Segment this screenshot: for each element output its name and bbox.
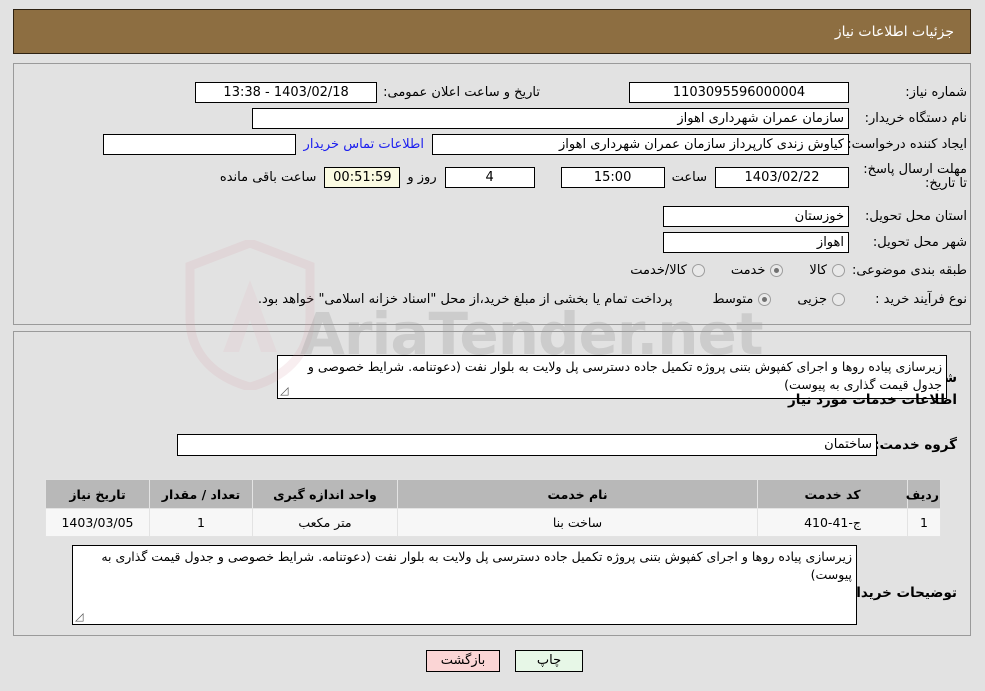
page-title-bar: جزئیات اطلاعات نیاز <box>13 9 971 54</box>
purchase-type-option-minor-label: جزیی <box>797 291 827 307</box>
category-option-service-label: خدمت <box>730 262 766 278</box>
days-word-label: روز و <box>407 169 437 185</box>
col-header-name: نام خدمت <box>397 479 758 509</box>
radio-medium-icon[interactable] <box>758 292 772 306</box>
cell-unit: متر مکعب <box>252 508 398 537</box>
need-number-value: 1103095596000004 <box>629 81 849 103</box>
category-label: طبقه بندی موضوعی: <box>851 262 967 278</box>
buyer-notes-value: زیرسازی پیاده روها و اجرای کفپوش بتنی پر… <box>101 549 852 582</box>
print-button[interactable]: چاپ <box>515 650 583 672</box>
buyer-notes-textarea[interactable]: زیرسازی پیاده روها و اجرای کفپوش بتنی پر… <box>72 545 857 625</box>
service-group-label: گروه خدمت: <box>874 437 957 453</box>
need-number-label: شماره نیاز: <box>905 84 967 100</box>
col-header-unit: واحد اندازه گیری <box>252 479 398 509</box>
service-group-value: ساختمان <box>177 434 877 456</box>
cell-index: 1 <box>907 508 941 537</box>
cell-code: ج-41-410 <box>757 508 908 537</box>
contact-empty-box <box>102 133 296 155</box>
col-header-date: تاریخ نیاز <box>45 479 150 509</box>
buyer-org-label: نام دستگاه خریدار: <box>864 110 967 126</box>
purchase-type-option-medium-label: متوسط <box>712 291 754 307</box>
category-option-goods-service[interactable]: کالا/خدمت <box>630 263 705 278</box>
category-option-service[interactable]: خدمت <box>731 263 784 278</box>
category-option-goods[interactable]: کالا <box>809 263 845 278</box>
province-row: استان محل تحویل: خوزستان <box>663 205 967 227</box>
buyer-notes-label: توضیحات خریدار: <box>843 585 957 601</box>
purchase-type-option-medium[interactable]: متوسط <box>712 291 772 307</box>
buyer-org-row: نام دستگاه خریدار: سازمان عمران شهرداری … <box>252 107 967 129</box>
cell-date: 1403/03/05 <box>45 508 150 537</box>
creator-label: ایجاد کننده درخواست: <box>847 136 967 152</box>
table-header-row: ردیف کد خدمت نام خدمت واحد اندازه گیری ت… <box>45 479 941 509</box>
col-header-qty: تعداد / مقدار <box>149 479 253 509</box>
province-value: خوزستان <box>663 205 849 227</box>
services-section-heading: اطلاعات خدمات مورد نیاز <box>787 392 957 408</box>
treasury-note: پرداخت تمام یا بخشی از مبلغ خرید،از محل … <box>257 291 673 307</box>
col-header-code: کد خدمت <box>757 479 908 509</box>
days-remaining-value: 4 <box>444 166 535 188</box>
buyer-org-value: سازمان عمران شهرداری اهواز <box>252 107 849 129</box>
general-desc-value: زیرسازی پیاده روها و اجرای کفپوش بتنی پر… <box>307 359 942 392</box>
hour-label: ساعت <box>671 169 707 185</box>
services-table: ردیف کد خدمت نام خدمت واحد اندازه گیری ت… <box>45 479 941 537</box>
resize-handle-icon[interactable]: ◺ <box>280 384 292 397</box>
deadline-date-value: 1403/02/22 <box>715 166 849 188</box>
deadline-row: مهلت ارسال پاسخ: تا تاریخ: 1403/02/22 سا… <box>219 162 967 191</box>
countdown-timer: 00:51:59 <box>324 166 401 188</box>
public-announce-label: تاریخ و ساعت اعلان عمومی: <box>383 84 540 100</box>
radio-goods-service-icon[interactable] <box>691 263 705 277</box>
public-announce-value: 1403/02/18 - 13:38 <box>195 81 378 103</box>
creator-value: کیاوش زندی کارپرداز سازمان عمران شهرداری… <box>432 133 849 155</box>
radio-minor-icon[interactable] <box>832 292 845 306</box>
cell-name: ساخت بنا <box>397 508 758 537</box>
purchase-type-option-minor[interactable]: جزیی <box>797 292 845 307</box>
need-number-row: شماره نیاز: 1103095596000004 <box>629 81 967 103</box>
col-header-index: ردیف <box>906 479 941 509</box>
remaining-suffix-label: ساعت باقی مانده <box>219 169 317 185</box>
category-option-goods-service-label: کالا/خدمت <box>630 262 687 278</box>
cell-qty: 1 <box>149 508 253 537</box>
radio-service-icon[interactable] <box>770 263 784 277</box>
city-value: اهواز <box>663 231 849 253</box>
deadline-time-value: 15:00 <box>560 166 665 188</box>
back-button[interactable]: بازگشت <box>426 650 500 672</box>
radio-goods-icon[interactable] <box>832 263 845 277</box>
category-row: طبقه بندی موضوعی: کالا خدمت کالا/خدمت <box>630 259 967 281</box>
province-label: استان محل تحویل: <box>865 208 967 224</box>
buyer-contact-link[interactable]: اطلاعات تماس خریدار <box>304 137 424 152</box>
city-label: شهر محل تحویل: <box>872 234 967 250</box>
purchase-type-label: نوع فرآیند خرید : <box>875 291 967 307</box>
public-announce-row: تاریخ و ساعت اعلان عمومی: 1403/02/18 - 1… <box>195 81 540 103</box>
page-title: جزئیات اطلاعات نیاز <box>834 23 954 40</box>
purchase-type-row: نوع فرآیند خرید : جزیی متوسط پرداخت تمام… <box>258 288 967 310</box>
resize-handle-icon[interactable]: ◺ <box>75 610 87 623</box>
table-row: 1 ج-41-410 ساخت بنا متر مکعب 1 1403/03/0… <box>45 508 941 537</box>
city-row: شهر محل تحویل: اهواز <box>663 231 967 253</box>
category-option-goods-label: کالا <box>809 262 827 278</box>
creator-row: ایجاد کننده درخواست: کیاوش زندی کارپرداز… <box>102 133 967 155</box>
deadline-label: مهلت ارسال پاسخ: تا تاریخ: <box>863 162 967 191</box>
